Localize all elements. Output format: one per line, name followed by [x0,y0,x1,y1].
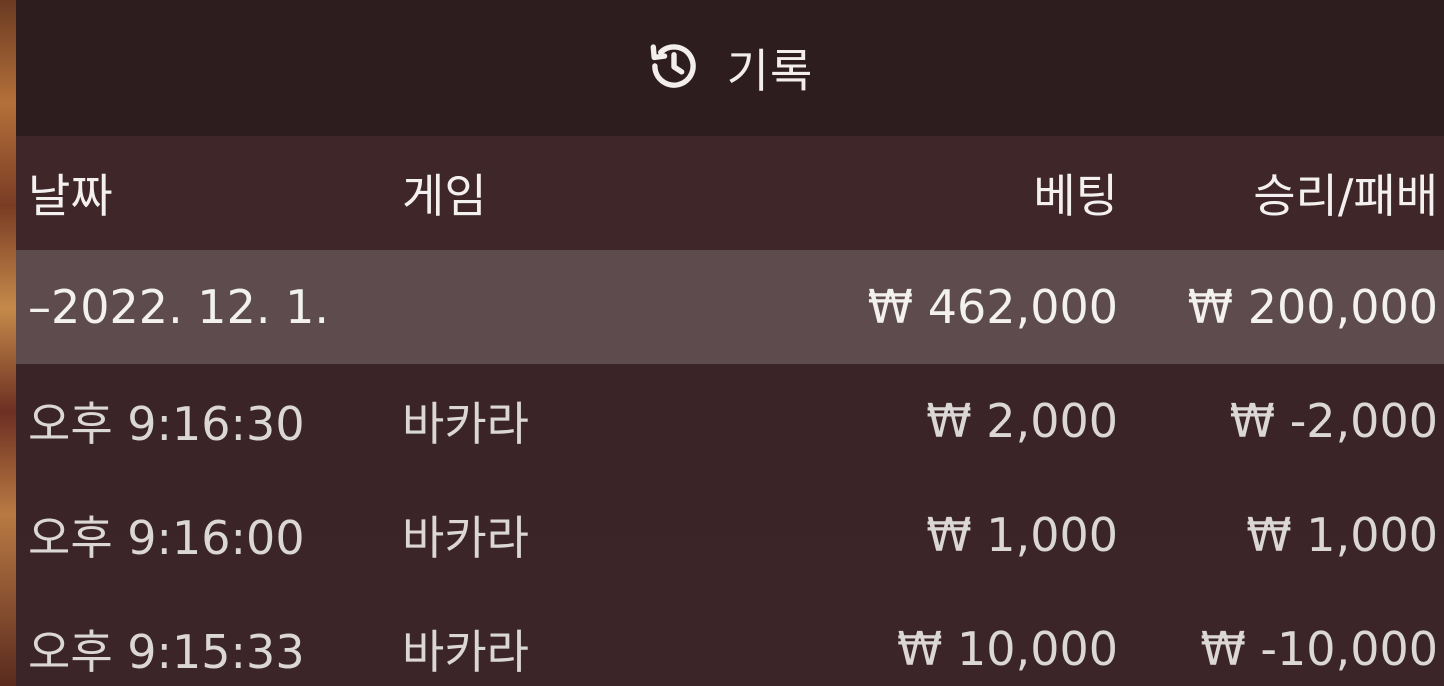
row-time: 오후 9:16:30 [28,397,305,451]
history-window: 기록 날짜 게임 베팅 승리/패배 –2022. 12. 1. ₩ 462,00… [0,0,1444,686]
row-result: ₩ 1,000 [1246,508,1438,562]
row-bet: ₩ 1,000 [926,508,1118,562]
title-bar: 기록 [16,0,1444,136]
date-group-summary-row[interactable]: –2022. 12. 1. ₩ 462,000 ₩ 200,000 [16,250,1444,364]
column-header-date: 날짜 [28,169,113,223]
row-game: 바카라 [402,397,529,451]
row-time: 오후 9:15:33 [28,625,305,679]
column-header-game: 게임 [402,169,487,223]
summary-bet-total: ₩ 462,000 [867,280,1118,334]
page-title: 기록 [726,44,814,98]
history-panel: 기록 날짜 게임 베팅 승리/패배 –2022. 12. 1. ₩ 462,00… [16,0,1444,686]
row-time: 오후 9:16:00 [28,511,305,565]
table-row[interactable]: 오후 9:16:00 바카라 ₩ 1,000 ₩ 1,000 [16,478,1444,592]
row-result: ₩ -10,000 [1200,622,1438,676]
history-table: 날짜 게임 베팅 승리/패배 –2022. 12. 1. ₩ 462,000 ₩… [16,136,1444,686]
row-result: ₩ -2,000 [1229,394,1438,448]
row-game: 바카라 [402,625,529,679]
column-header-bet: 베팅 [1033,169,1118,223]
row-game: 바카라 [402,511,529,565]
row-bet: ₩ 10,000 [896,622,1118,676]
row-bet: ₩ 2,000 [926,394,1118,448]
table-row[interactable]: 오후 9:16:30 바카라 ₩ 2,000 ₩ -2,000 [16,364,1444,478]
table-header-row: 날짜 게임 베팅 승리/패배 [16,136,1444,250]
summary-date: –2022. 12. 1. [28,280,329,334]
table-row[interactable]: 오후 9:15:33 바카라 ₩ 10,000 ₩ -10,000 [16,592,1444,686]
summary-result-total: ₩ 200,000 [1187,280,1438,334]
column-header-result: 승리/패배 [1253,169,1438,223]
history-icon [647,39,701,97]
background-game-table-edge [0,0,16,686]
